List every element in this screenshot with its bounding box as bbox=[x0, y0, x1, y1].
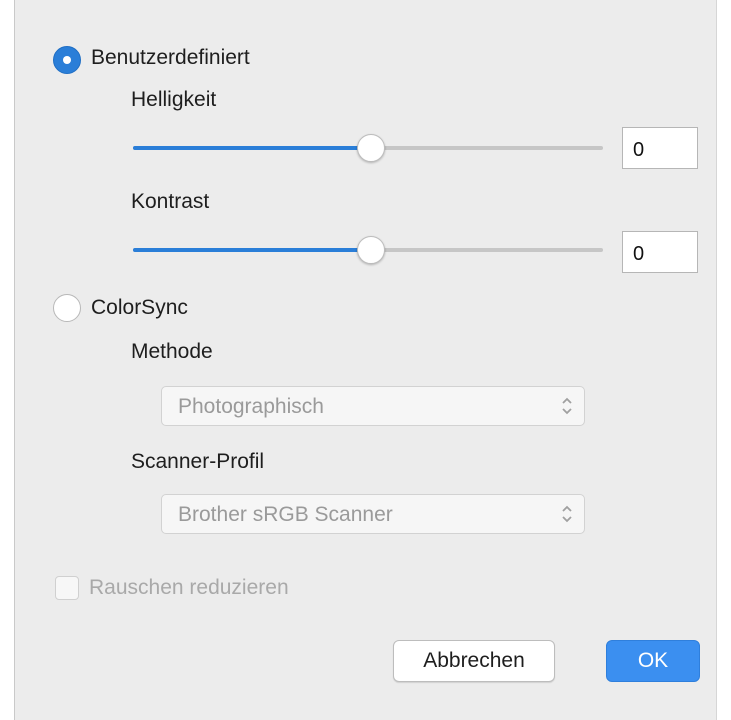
noise-reduction-checkbox[interactable] bbox=[55, 576, 79, 600]
colorsync-radio-label[interactable]: ColorSync bbox=[91, 296, 188, 320]
ok-button[interactable]: OK bbox=[606, 640, 700, 682]
brightness-value-field[interactable]: 0 bbox=[622, 127, 698, 169]
scanner-profile-popup[interactable]: Brother sRGB Scanner bbox=[161, 494, 585, 534]
brightness-label: Helligkeit bbox=[131, 88, 217, 111]
method-popup-value: Photographisch bbox=[178, 395, 324, 418]
method-popup[interactable]: Photographisch bbox=[161, 386, 585, 426]
scanner-profile-label: Scanner-Profil bbox=[131, 450, 265, 473]
custom-radio-button[interactable] bbox=[53, 46, 81, 74]
contrast-slider-fill bbox=[133, 248, 371, 252]
contrast-value-field[interactable]: 0 bbox=[622, 231, 698, 273]
colorsync-radio-button[interactable] bbox=[53, 294, 81, 322]
scanner-profile-popup-value: Brother sRGB Scanner bbox=[178, 503, 393, 526]
noise-reduction-label: Rauschen reduzieren bbox=[89, 576, 289, 599]
contrast-label: Kontrast bbox=[131, 190, 210, 213]
cancel-button[interactable]: Abbrechen bbox=[393, 640, 555, 682]
brightness-slider-knob[interactable] bbox=[357, 134, 385, 162]
color-settings-dialog: Benutzerdefiniert Helligkeit 0 Kontrast … bbox=[14, 0, 717, 720]
popup-arrows-icon bbox=[562, 505, 572, 523]
brightness-slider-fill bbox=[133, 146, 371, 150]
custom-radio-label[interactable]: Benutzerdefiniert bbox=[91, 46, 250, 70]
popup-arrows-icon bbox=[562, 397, 572, 415]
method-label: Methode bbox=[131, 340, 213, 363]
contrast-slider-knob[interactable] bbox=[357, 236, 385, 264]
